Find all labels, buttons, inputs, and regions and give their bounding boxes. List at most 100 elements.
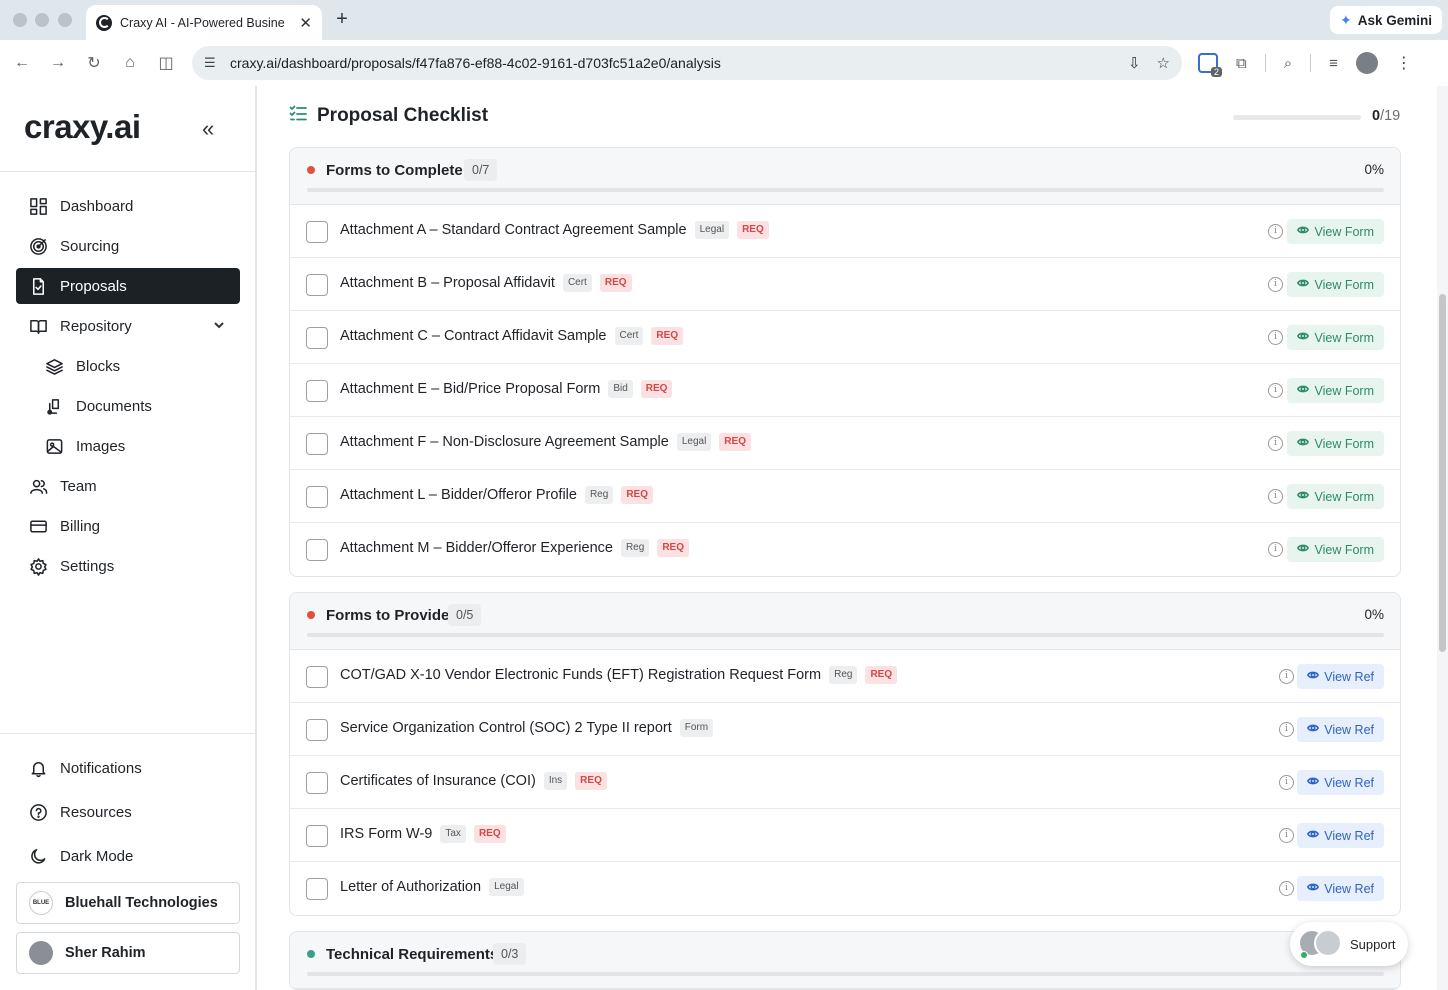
info-icon[interactable]: i <box>1268 436 1283 451</box>
item-checkbox[interactable] <box>306 380 328 402</box>
cast-search-icon[interactable]: ⌕ <box>1284 55 1292 72</box>
checklist-item: Attachment C – Contract Affidavit Sample… <box>290 311 1400 364</box>
avatar <box>1314 929 1342 957</box>
info-icon[interactable]: i <box>1279 775 1294 790</box>
sidebar-item-dark-mode[interactable]: Dark Mode <box>16 838 240 874</box>
browser-tab-bar: Craxy AI - AI-Powered Busine ✕ + ✦ Ask G… <box>0 0 1448 40</box>
sidebar-item-resources[interactable]: Resources <box>16 794 240 830</box>
window-close-button[interactable] <box>13 13 27 27</box>
checklist-section: Forms to Provide 0/5 0% COT/GAD X-10 Vendor… <box>289 592 1401 916</box>
craxy-logo[interactable]: craxy.ai <box>24 108 141 146</box>
sidebar-item-settings[interactable]: Settings <box>16 548 240 584</box>
view-ref-button[interactable]: View Ref <box>1297 664 1384 689</box>
item-checkbox[interactable] <box>306 666 328 688</box>
chevron-down-icon[interactable] <box>212 318 226 336</box>
sidebar-item-proposals[interactable]: Proposals <box>16 268 240 304</box>
view-form-button[interactable]: View Form <box>1287 431 1384 456</box>
info-icon[interactable]: i <box>1268 383 1283 398</box>
info-icon[interactable]: i <box>1268 330 1283 345</box>
category-tag: Reg <box>620 539 650 557</box>
sidebar-item-images[interactable]: Images <box>16 428 240 464</box>
item-checkbox[interactable] <box>306 825 328 847</box>
view-ref-button[interactable]: View Ref <box>1297 876 1384 901</box>
scrollbar-thumb[interactable] <box>1439 294 1446 652</box>
view-form-button[interactable]: View Form <box>1287 219 1384 244</box>
view-form-button[interactable]: View Form <box>1287 537 1384 562</box>
item-checkbox[interactable] <box>306 719 328 741</box>
sidebar-item-sourcing[interactable]: Sourcing <box>16 228 240 264</box>
site-settings-icon[interactable]: ☰ <box>204 55 220 71</box>
info-icon[interactable]: i <box>1268 224 1283 239</box>
checklist-item: IRS Form W-9 Tax REQ i View Ref <box>290 809 1400 862</box>
bookmark-star-icon[interactable]: ☆ <box>1157 54 1170 72</box>
checklist-item: Attachment E – Bid/Price Proposal Form Bi… <box>290 364 1400 417</box>
puzzle-extensions-icon[interactable]: ⧉ <box>1236 55 1247 72</box>
view-form-button[interactable]: View Form <box>1287 484 1384 509</box>
checklist-item: Attachment B – Proposal Affidavit Cert REQ… <box>290 258 1400 311</box>
forward-arrow-icon[interactable]: → <box>47 52 69 74</box>
item-checkbox[interactable] <box>306 539 328 561</box>
gear-icon <box>28 556 48 576</box>
ask-gemini-button[interactable]: ✦ Ask Gemini <box>1329 6 1442 34</box>
support-button[interactable]: Support <box>1290 922 1408 966</box>
collapse-sidebar-icon[interactable]: « <box>202 116 214 142</box>
view-ref-button[interactable]: View Ref <box>1297 770 1384 795</box>
kebab-menu-icon[interactable]: ⋮ <box>1396 53 1412 73</box>
item-checkbox[interactable] <box>306 221 328 243</box>
item-checkbox[interactable] <box>306 327 328 349</box>
item-title: Attachment F – Non-Disclosure Agreement … <box>340 434 669 450</box>
info-icon[interactable]: i <box>1279 722 1294 737</box>
organization-switcher[interactable]: BLUE Bluehall Technologies <box>16 882 240 924</box>
info-icon[interactable]: i <box>1279 828 1294 843</box>
view-ref-button[interactable]: View Ref <box>1297 717 1384 742</box>
window-minimize-button[interactable] <box>35 13 49 27</box>
scrollbar[interactable] <box>1437 86 1448 990</box>
profile-avatar[interactable] <box>1355 52 1378 74</box>
home-icon[interactable]: ⌂ <box>119 52 141 74</box>
sidebar-item-billing[interactable]: Billing <box>16 508 240 544</box>
split-view-icon[interactable]: ◫ <box>155 52 177 74</box>
eye-icon <box>1307 775 1320 790</box>
section-header[interactable]: Technical Requirements 0/3 <box>290 932 1400 989</box>
sidebar-item-documents[interactable]: Documents <box>16 388 240 424</box>
new-tab-icon[interactable]: + <box>330 8 354 31</box>
item-checkbox[interactable] <box>306 486 328 508</box>
item-title: Attachment E – Bid/Price Proposal Form <box>340 381 601 397</box>
eye-icon <box>1297 224 1310 239</box>
sidebar-item-team[interactable]: Team <box>16 468 240 504</box>
info-icon[interactable]: i <box>1279 881 1294 896</box>
online-status-indicator <box>1300 951 1308 959</box>
category-tag: Form <box>679 719 714 737</box>
section-header[interactable]: Forms to Provide 0/5 0% <box>290 593 1400 650</box>
sidebar-item-blocks[interactable]: Blocks <box>16 348 240 384</box>
media-control-icon[interactable]: ≡ <box>1329 55 1338 72</box>
back-arrow-icon[interactable]: ← <box>11 52 33 74</box>
view-form-button[interactable]: View Form <box>1287 272 1384 297</box>
item-checkbox[interactable] <box>306 433 328 455</box>
browser-tab[interactable]: Craxy AI - AI-Powered Busine ✕ <box>86 5 322 40</box>
info-icon[interactable]: i <box>1268 542 1283 557</box>
user-menu[interactable]: Sher Rahim <box>16 932 240 974</box>
sidebar-item-notifications[interactable]: Notifications <box>16 750 240 786</box>
info-icon[interactable]: i <box>1268 277 1283 292</box>
sidebar-item-repository[interactable]: Repository <box>16 308 240 344</box>
view-form-button[interactable]: View Form <box>1287 378 1384 403</box>
item-checkbox[interactable] <box>306 274 328 296</box>
info-icon[interactable]: i <box>1268 489 1283 504</box>
install-app-icon[interactable]: ⇩ <box>1128 54 1141 72</box>
item-checkbox[interactable] <box>306 878 328 900</box>
sidebar-item-dashboard[interactable]: Dashboard <box>16 188 240 224</box>
tab-close-icon[interactable]: ✕ <box>299 14 312 32</box>
view-ref-button[interactable]: View Ref <box>1297 823 1384 848</box>
view-button-label: View Ref <box>1324 881 1374 896</box>
view-form-button[interactable]: View Form <box>1287 325 1384 350</box>
window-maximize-button[interactable] <box>58 13 72 27</box>
extension-icon[interactable]: 2 <box>1198 53 1222 77</box>
address-bar[interactable]: ☰ craxy.ai/dashboard/proposals/f47fa876-… <box>192 46 1182 80</box>
section-header[interactable]: Forms to Complete 0/7 0% <box>290 148 1400 205</box>
reload-icon[interactable]: ↻ <box>83 52 105 74</box>
item-checkbox[interactable] <box>306 772 328 794</box>
info-icon[interactable]: i <box>1279 669 1294 684</box>
section-status-dot <box>307 950 315 958</box>
section-title: Forms to Complete <box>326 162 463 179</box>
